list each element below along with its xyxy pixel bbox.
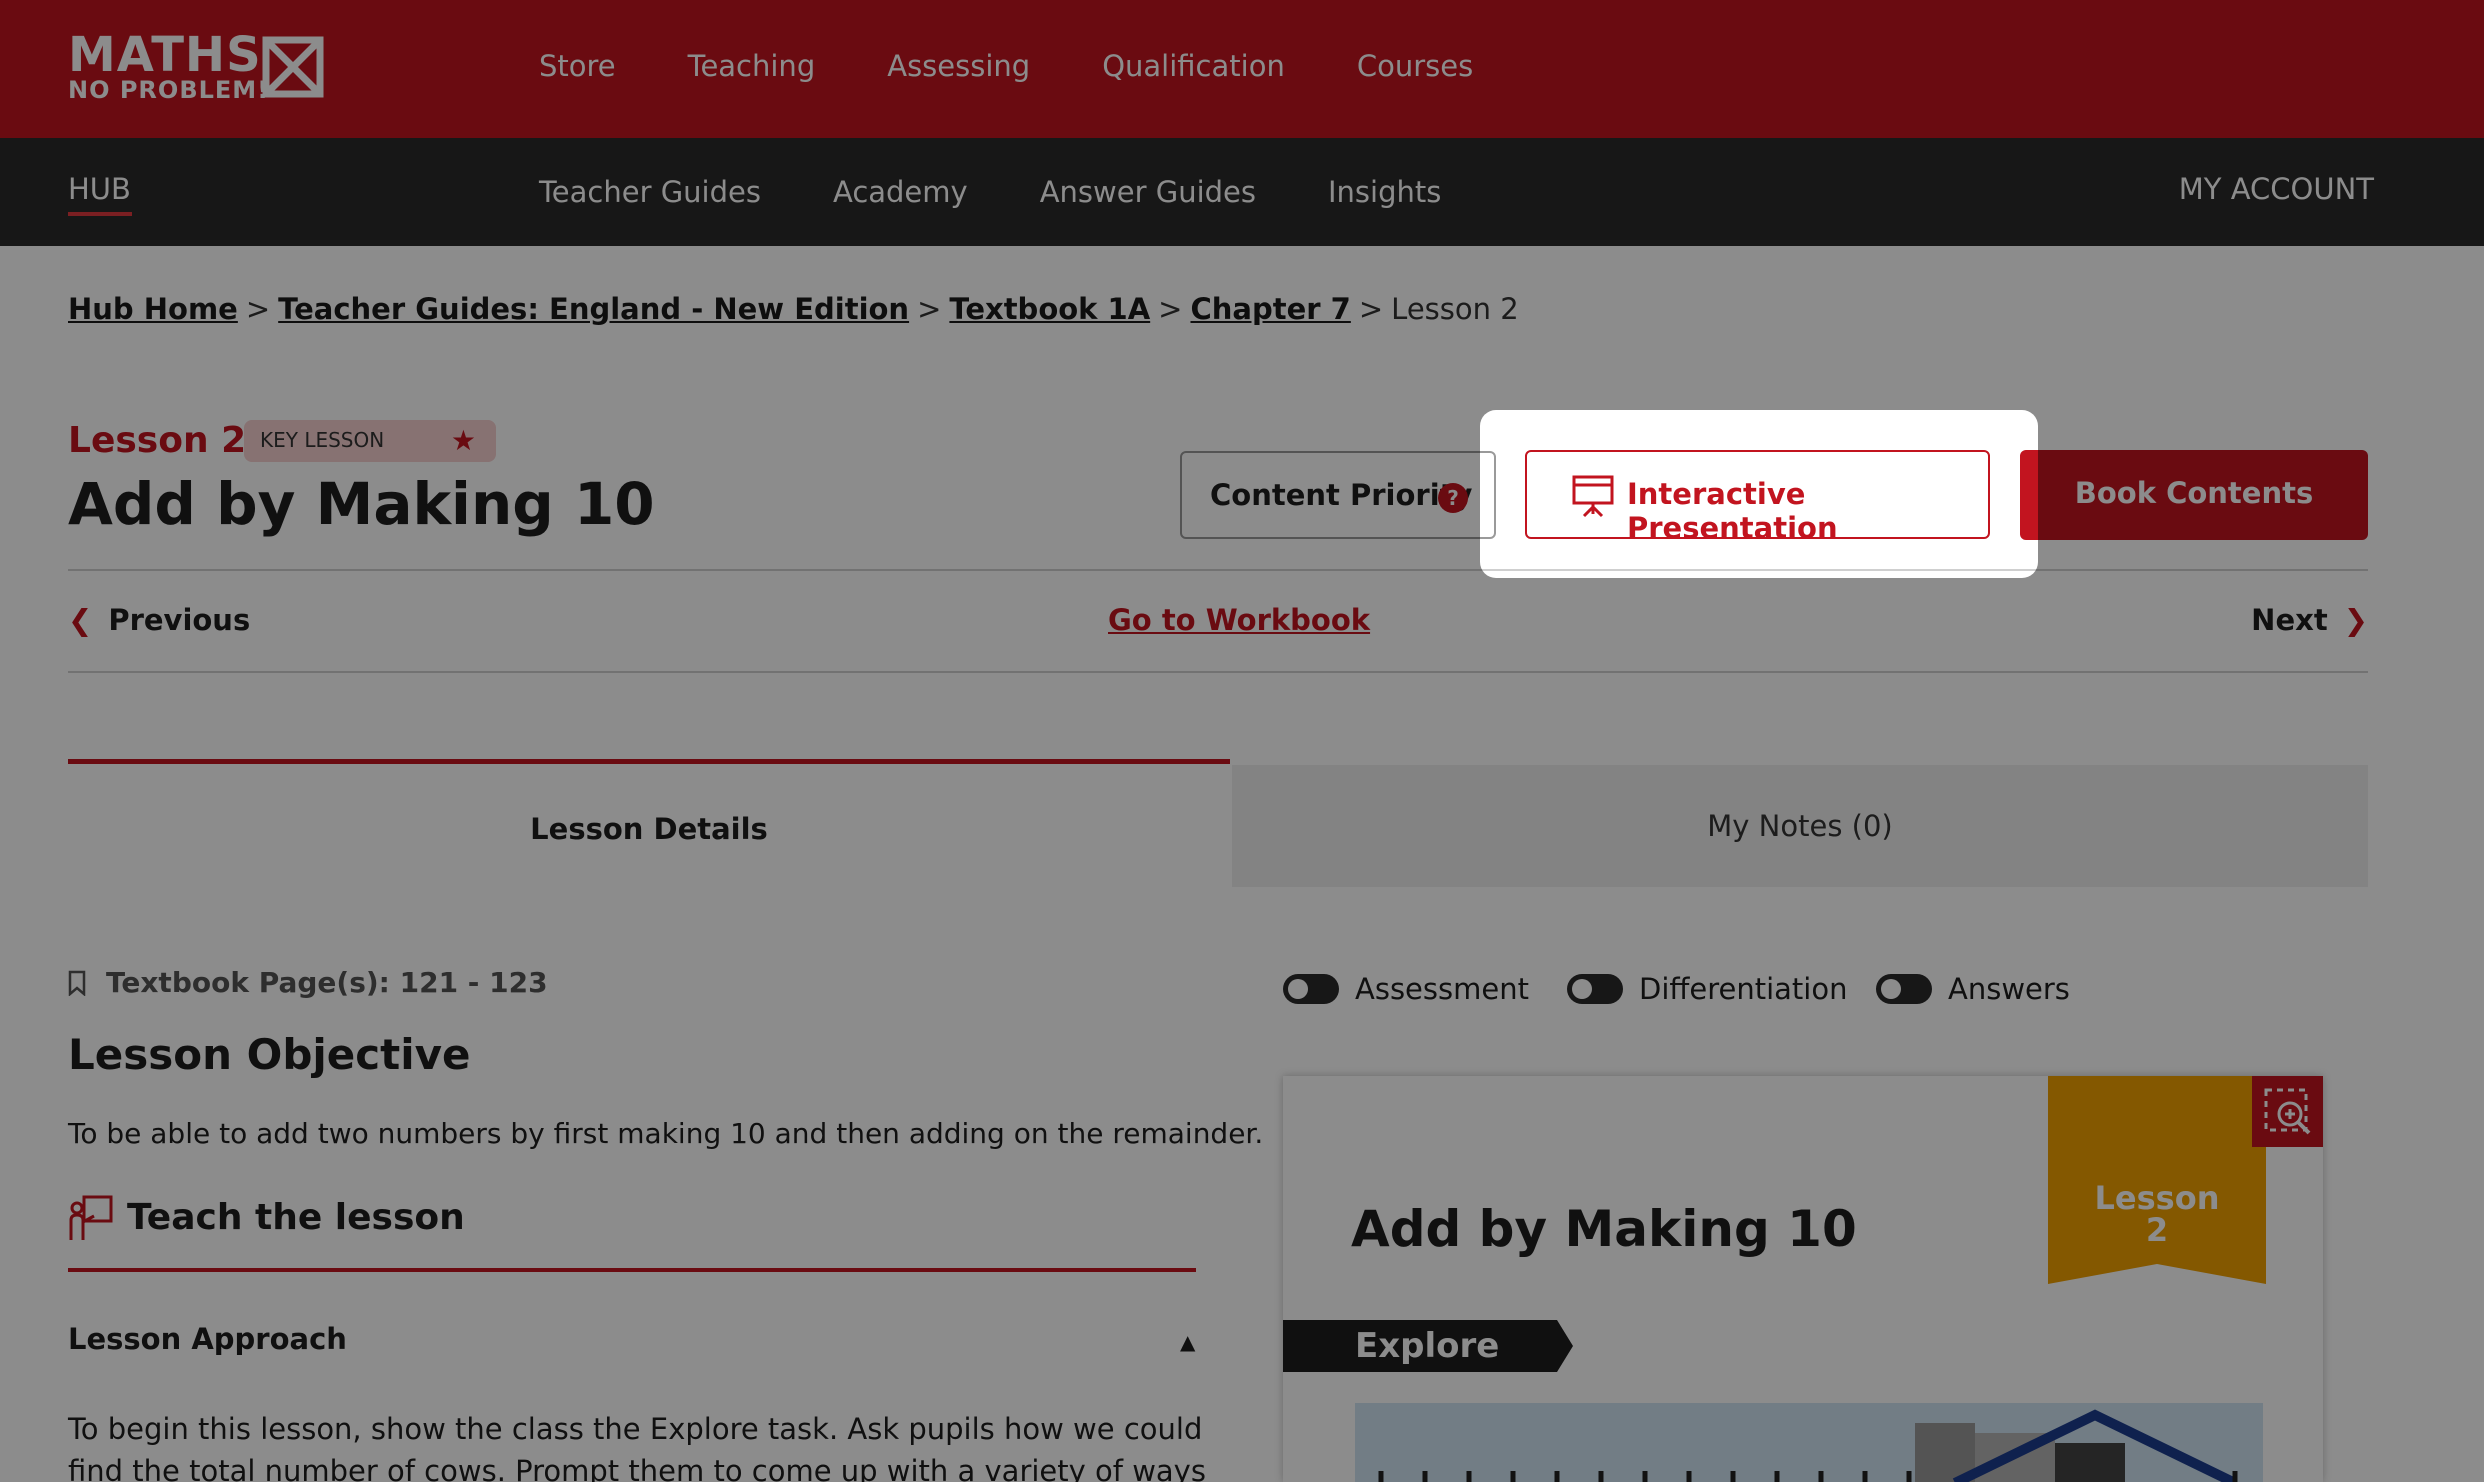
toggle-switch[interactable] [1876, 974, 1932, 1004]
nav-store[interactable]: Store [539, 49, 616, 83]
tab-my-notes-label: My Notes (0) [1707, 809, 1893, 843]
tab-my-notes[interactable]: My Notes (0) [1232, 765, 2368, 887]
brand-line2: NO PROBLEM! [68, 76, 270, 104]
lesson-objective-text: To be able to add two numbers by first m… [68, 1117, 1264, 1150]
tab-lesson-details[interactable]: Lesson Details [68, 759, 1230, 887]
chevron-right-icon: ❯ [2343, 603, 2368, 637]
breadcrumb: Hub Home > Teacher Guides: England - New E… [68, 292, 1519, 326]
breadcrumb-sep: > [917, 292, 942, 326]
preview-title: Add by Making 10 [1351, 1200, 1857, 1258]
differentiation-toggle[interactable]: Differentiation [1567, 972, 1847, 1006]
breadcrumb-current: Lesson 2 [1391, 292, 1519, 326]
next-label: Next [2251, 603, 2328, 637]
explore-illustration [1355, 1403, 2263, 1482]
presentation-icon [1572, 475, 1614, 518]
assessment-label: Assessment [1355, 972, 1529, 1006]
brand-line1: MATHS [68, 27, 262, 83]
brand-logo[interactable]: MATHS NO PROBLEM! [68, 30, 330, 104]
toggle-switch[interactable] [1567, 974, 1623, 1004]
textbook-pages: Textbook Page(s): 121 - 123 [68, 966, 548, 999]
sub-nav: Teacher Guides Academy Answer Guides Ins… [539, 138, 1441, 246]
ribbon-line1: Lesson [2094, 1179, 2220, 1217]
previous-label: Previous [108, 603, 251, 637]
breadcrumb-sep: > [245, 292, 271, 326]
ribbon-text: Lesson 2 [2048, 1182, 2266, 1246]
my-account-link[interactable]: MY ACCOUNT [2179, 172, 2374, 206]
previous-link[interactable]: ❮ Previous [68, 603, 250, 637]
textbook-pages-text: Textbook Page(s): 121 - 123 [106, 966, 548, 999]
toggle-switch[interactable] [1283, 974, 1339, 1004]
key-lesson-text: KEY LESSON [260, 428, 385, 452]
brand-mark-icon [262, 36, 324, 98]
answers-toggle[interactable]: Answers [1876, 972, 2070, 1006]
breadcrumb-teacher-guides[interactable]: Teacher Guides: England - New Edition [278, 292, 909, 326]
breadcrumb-textbook[interactable]: Textbook 1A [949, 292, 1150, 326]
lesson-label: Lesson 2 [68, 420, 247, 461]
go-to-workbook-link[interactable]: Go to Workbook [1108, 603, 1370, 637]
answers-label: Answers [1948, 972, 2070, 1006]
zoom-in-icon [2264, 1088, 2311, 1135]
star-icon: ★ [450, 424, 476, 457]
hub-active-indicator [68, 212, 132, 216]
nav-teaching[interactable]: Teaching [688, 49, 816, 83]
key-lesson-badge: KEY LESSON ★ [244, 420, 496, 462]
breadcrumb-sep: > [1158, 292, 1183, 326]
breadcrumb-chapter[interactable]: Chapter 7 [1190, 292, 1350, 326]
lesson-approach-text: To begin this lesson, show the class the… [68, 1412, 1206, 1482]
teacher-icon [69, 1195, 113, 1240]
nav-answer-guides[interactable]: Answer Guides [1040, 175, 1256, 209]
nav-academy[interactable]: Academy [833, 175, 968, 209]
textbook-preview-card[interactable]: Lesson 2 Add by Making 10 Explore [1283, 1076, 2323, 1482]
content-priority-label: Content Priority [1210, 478, 1473, 512]
divider [68, 671, 2368, 673]
ribbon-line2: 2 [2145, 1211, 2169, 1249]
teach-lesson-heading: Teach the lesson [127, 1197, 465, 1238]
nav-courses[interactable]: Courses [1357, 49, 1473, 83]
interactive-presentation-label: Interactive Presentation [1627, 477, 1838, 545]
top-nav: Store Teaching Assessing Qualification C… [539, 0, 1473, 132]
page-title: Add by Making 10 [68, 470, 655, 538]
next-link[interactable]: Next ❯ [2251, 603, 2368, 637]
explore-label: Explore [1355, 1326, 1500, 1366]
top-header: MATHS NO PROBLEM! Store Teaching Assessi… [0, 0, 2484, 138]
teach-underline [68, 1268, 1196, 1272]
breadcrumb-sep: > [1358, 292, 1384, 326]
bookmark-icon [68, 970, 86, 996]
collapse-triangle-icon[interactable]: ▲ [1180, 1330, 1195, 1354]
nav-hub[interactable]: HUB [68, 172, 131, 206]
tab-lesson-details-label: Lesson Details [530, 812, 768, 846]
chevron-left-icon: ❮ [68, 603, 93, 637]
nav-teacher-guides[interactable]: Teacher Guides [539, 175, 761, 209]
content-priority-button[interactable]: Content Priority ? [1180, 451, 1496, 539]
zoom-button[interactable] [2252, 1076, 2323, 1147]
nav-qualification[interactable]: Qualification [1102, 49, 1285, 83]
interactive-presentation-button[interactable]: Interactive Presentation [1525, 450, 1990, 545]
breadcrumb-hub-home[interactable]: Hub Home [68, 292, 238, 326]
lesson-objective-heading: Lesson Objective [68, 1030, 471, 1079]
assessment-toggle[interactable]: Assessment [1283, 972, 1529, 1006]
sub-header: HUB Teacher Guides Academy Answer Guides… [0, 138, 2484, 246]
nav-insights[interactable]: Insights [1328, 175, 1441, 209]
nav-assessing[interactable]: Assessing [887, 49, 1030, 83]
book-contents-label: Book Contents [2074, 476, 2314, 510]
help-icon[interactable]: ? [1438, 483, 1468, 513]
differentiation-label: Differentiation [1639, 972, 1848, 1006]
book-contents-button[interactable]: Book Contents [2020, 450, 2368, 540]
lesson-approach-toggle[interactable]: Lesson Approach [68, 1322, 347, 1356]
